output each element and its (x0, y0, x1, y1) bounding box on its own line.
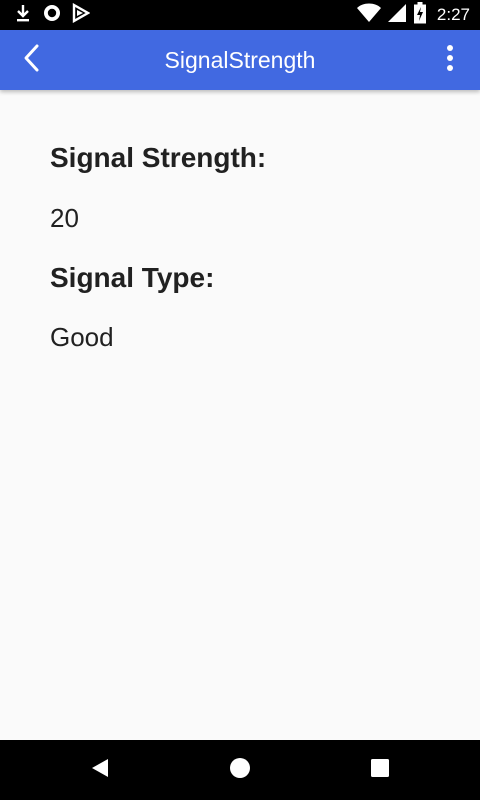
home-circle-icon (229, 757, 251, 784)
app-bar: SignalStrength (0, 30, 480, 90)
nav-home-button[interactable] (220, 750, 260, 790)
status-time: 2:27 (436, 5, 470, 24)
nav-back-button[interactable] (80, 750, 120, 790)
page-title: SignalStrength (164, 47, 316, 73)
back-triangle-icon (89, 757, 111, 784)
chevron-left-icon (20, 43, 44, 78)
play-store-icon (72, 2, 91, 28)
back-button[interactable] (12, 40, 52, 80)
download-icon (14, 3, 32, 28)
status-right-icons: 2:27 (356, 1, 470, 28)
wifi-icon (356, 3, 381, 28)
signal-strength-label: Signal Strength: (50, 142, 267, 173)
sync-icon (42, 3, 62, 28)
status-left-icons (14, 2, 91, 28)
signal-type-value: Good (50, 322, 114, 352)
cell-signal-icon (387, 3, 407, 28)
signal-strength-value: 20 (50, 203, 79, 233)
nav-recents-button[interactable] (360, 750, 400, 790)
system-nav-bar (0, 740, 480, 800)
more-options-button[interactable] (430, 40, 470, 80)
more-vert-icon (445, 43, 455, 78)
battery-charging-icon (413, 1, 427, 29)
recents-square-icon (370, 758, 390, 783)
signal-type-label: Signal Type: (50, 262, 215, 293)
status-bar: 2:27 (0, 0, 480, 30)
